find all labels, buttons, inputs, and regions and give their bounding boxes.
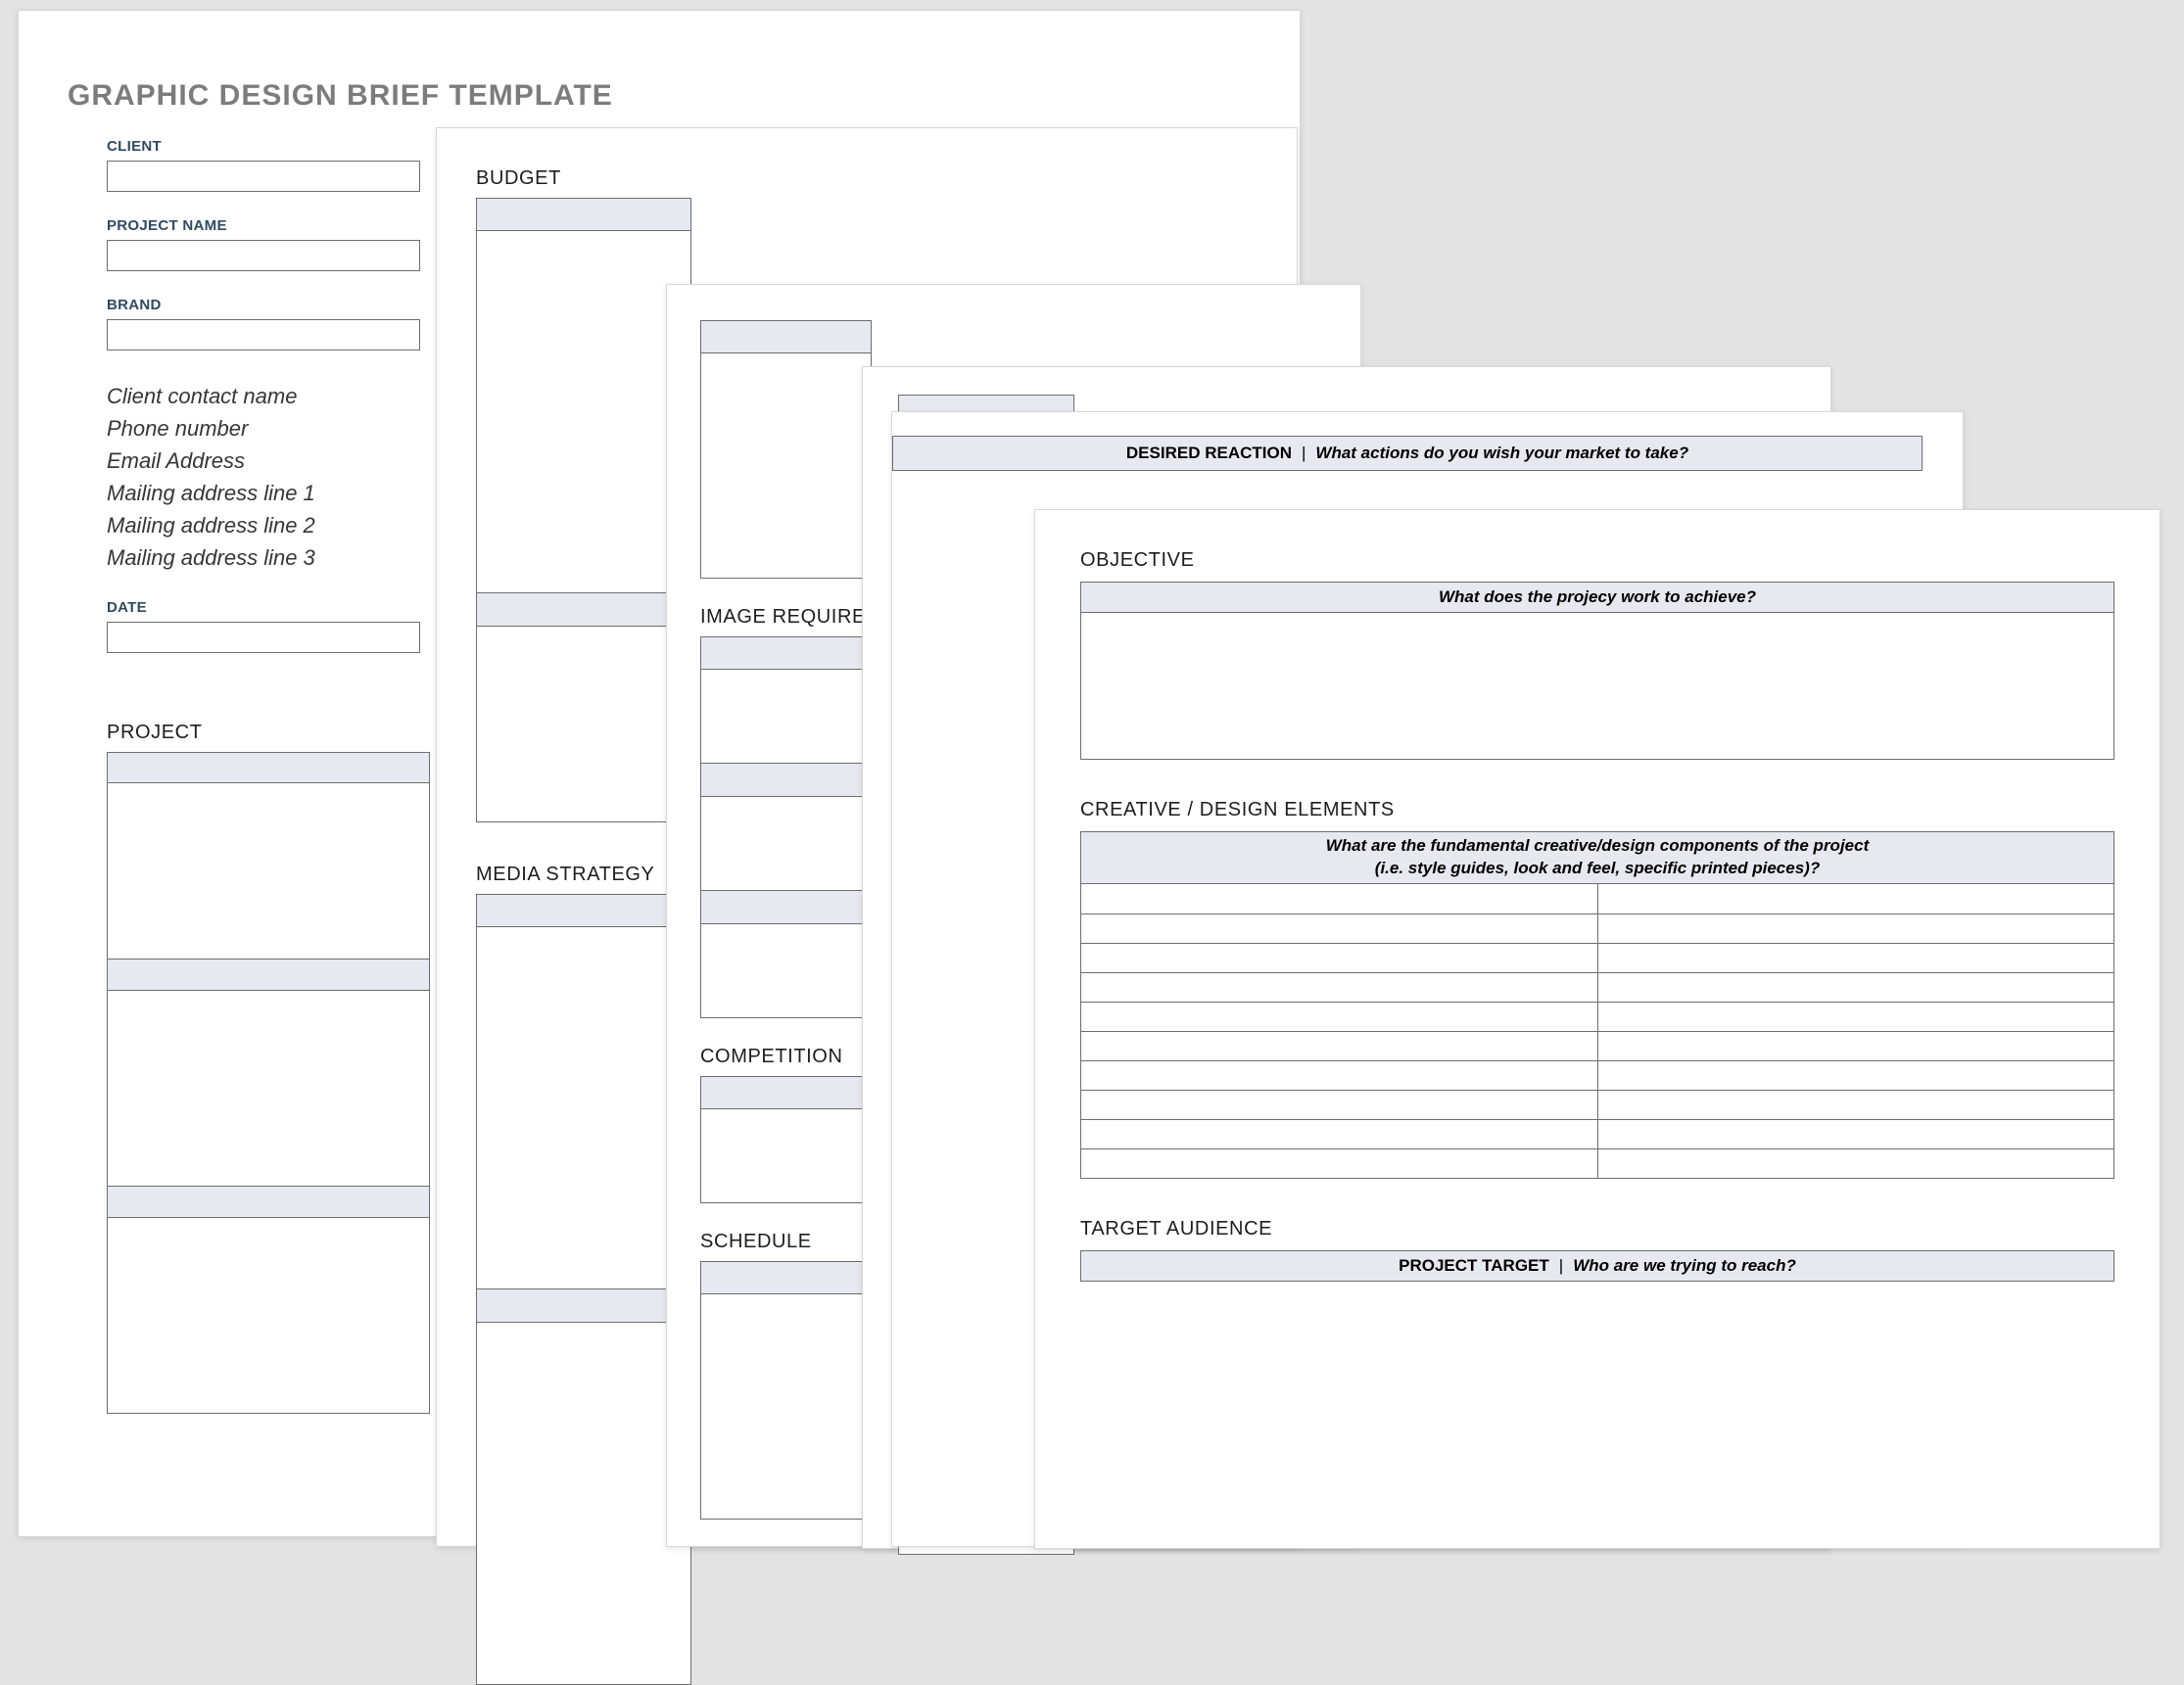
grid-cell[interactable]	[1081, 884, 1598, 913]
grid-cell[interactable]	[1597, 1148, 2114, 1178]
media-strategy-header-2	[476, 1289, 691, 1323]
image-req-body[interactable]	[700, 670, 872, 764]
desired-reaction-header: DESIRED REACTION | What actions do you w…	[892, 436, 1923, 471]
grid-cell[interactable]	[1081, 943, 1598, 972]
grid-cell[interactable]	[1597, 1090, 2114, 1119]
creative-question-line1: What are the fundamental creative/design…	[1326, 835, 1869, 858]
project-name-input[interactable]	[107, 240, 420, 271]
image-req-header-2	[700, 764, 872, 797]
grid-cell[interactable]	[1081, 1148, 1598, 1178]
image-req-header	[700, 636, 872, 670]
competition-header	[700, 1076, 872, 1109]
grid-cell[interactable]	[1081, 1119, 1598, 1148]
media-strategy-body[interactable]	[476, 927, 691, 1289]
grid-cell[interactable]	[1081, 1002, 1598, 1031]
media-strategy-header	[476, 894, 691, 927]
creative-question-header: What are the fundamental creative/design…	[1080, 831, 2114, 884]
p3-top-body[interactable]	[700, 353, 872, 579]
grid-cell[interactable]	[1597, 884, 2114, 913]
creative-elements-grid	[1080, 884, 2114, 1179]
desired-reaction-question: What actions do you wish your market to …	[1315, 444, 1688, 463]
grid-cell[interactable]	[1081, 972, 1598, 1002]
objective-question: What does the projecy work to achieve?	[1439, 587, 1756, 607]
project-section-header-2	[107, 960, 430, 991]
budget-label: BUDGET	[476, 167, 1265, 190]
creative-question-line2: (i.e. style guides, look and feel, speci…	[1375, 858, 1820, 880]
grid-cell[interactable]	[1597, 1119, 2114, 1148]
grid-cell[interactable]	[1597, 913, 2114, 943]
grid-cell[interactable]	[1597, 1002, 2114, 1031]
grid-cell[interactable]	[1597, 943, 2114, 972]
brand-input[interactable]	[107, 319, 420, 351]
media-strategy-body-2[interactable]	[476, 1323, 691, 1685]
schedule-header	[700, 1261, 872, 1294]
image-req-body-2[interactable]	[700, 797, 872, 891]
image-req-body-3[interactable]	[700, 924, 872, 1018]
grid-cell[interactable]	[1081, 913, 1598, 943]
objective-label: OBJECTIVE	[1080, 549, 2114, 572]
separator-pipe: |	[1298, 444, 1309, 463]
project-target-question: Who are we trying to reach?	[1573, 1256, 1796, 1276]
image-req-header-3	[700, 891, 872, 924]
grid-cell[interactable]	[1081, 1060, 1598, 1090]
project-section-body-2[interactable]	[107, 991, 430, 1187]
budget-body-2[interactable]	[476, 627, 691, 822]
grid-cell[interactable]	[1081, 1090, 1598, 1119]
target-audience-label: TARGET AUDIENCE	[1080, 1218, 2114, 1240]
creative-elements-label: CREATIVE / DESIGN ELEMENTS	[1080, 799, 2114, 821]
objective-body[interactable]	[1080, 613, 2114, 760]
grid-cell[interactable]	[1081, 1031, 1598, 1060]
project-section-body-3[interactable]	[107, 1218, 430, 1414]
project-section-body-1[interactable]	[107, 783, 430, 960]
competition-body[interactable]	[700, 1109, 872, 1203]
grid-cell[interactable]	[1597, 972, 2114, 1002]
desired-reaction-label: DESIRED REACTION	[1126, 444, 1292, 463]
grid-cell[interactable]	[1597, 1031, 2114, 1060]
template-page-6: OBJECTIVE What does the projecy work to …	[1034, 509, 2160, 1549]
budget-header-2	[476, 593, 691, 627]
project-section-header	[107, 752, 430, 783]
grid-cell[interactable]	[1597, 1060, 2114, 1090]
client-input[interactable]	[107, 161, 420, 192]
project-target-header: PROJECT TARGET | Who are we trying to re…	[1080, 1250, 2114, 1282]
budget-header	[476, 198, 691, 231]
date-input[interactable]	[107, 622, 420, 653]
schedule-body[interactable]	[700, 1294, 872, 1520]
project-section-header-3	[107, 1187, 430, 1218]
page-title: GRAPHIC DESIGN BRIEF TEMPLATE	[68, 79, 1231, 113]
budget-body[interactable]	[476, 231, 691, 593]
p3-top-header	[700, 320, 872, 353]
project-target-label: PROJECT TARGET	[1399, 1256, 1549, 1276]
separator-pipe: |	[1555, 1256, 1567, 1276]
objective-question-header: What does the projecy work to achieve?	[1080, 582, 2114, 613]
